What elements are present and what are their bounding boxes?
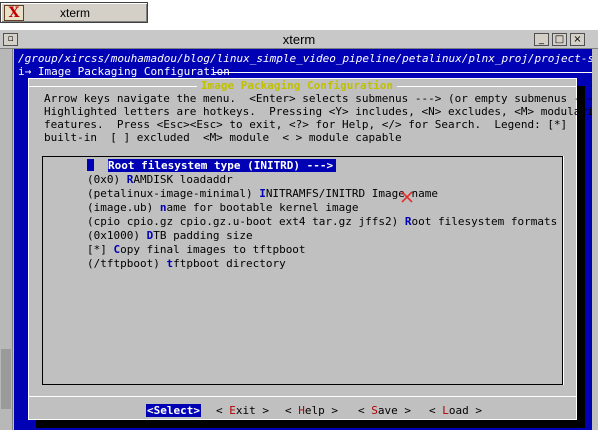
help-button[interactable]: < Help > (285, 404, 338, 418)
button-hotkey: L (442, 404, 449, 417)
item-label: oot filesystem formats (411, 215, 558, 228)
minimize-button[interactable]: _ (534, 33, 549, 46)
button-hotkey: E (229, 404, 236, 417)
button-bracket: > (468, 404, 482, 417)
menu-item[interactable]: (petalinux-image-minimal) INITRAMFS/INIT… (87, 187, 438, 201)
dialog-shadow-right (577, 86, 585, 428)
config-path: /group/xircss/mouhamadou/blog/linux_simp… (18, 52, 592, 65)
maximize-button[interactable]: □ (552, 33, 567, 46)
button-bracket: < (429, 404, 443, 417)
button-bracket: > (324, 404, 338, 417)
help-text: Arrow keys navigate the menu. <Enter> se… (44, 92, 592, 144)
button-bracket: < (358, 404, 372, 417)
load-button[interactable]: < Load > (429, 404, 482, 418)
item-value: (0x1000) (87, 229, 147, 242)
item-hotkey: R (404, 215, 412, 228)
config-dialog: Image Packaging Configuration Arrow keys… (28, 78, 592, 420)
taskbar: X xterm (0, 0, 598, 27)
breadcrumb-text: i→ Image Packaging Configuration (18, 65, 230, 78)
save-button[interactable]: < Save > (358, 404, 411, 418)
select-button[interactable]: <Select> (146, 404, 201, 418)
scrollbar-thumb[interactable] (1, 349, 11, 409)
button-bracket: < (216, 404, 230, 417)
button-hotkey: H (298, 404, 305, 417)
button-label: <Select> (146, 404, 201, 417)
button-hotkey: S (371, 404, 378, 417)
xterm-window: ▫ xterm _ □ × /group/xircss/mouhamadou/b… (0, 29, 598, 430)
help-line: features. Press <Esc><Esc> to exit, <?> … (44, 118, 568, 131)
button-bracket: > (255, 404, 269, 417)
selected-item-label: Root filesystem type (INITRD) ---> (108, 159, 337, 172)
button-label: elp (304, 404, 325, 417)
item-value: (0x0) (87, 173, 127, 186)
button-bracket: < (285, 404, 299, 417)
cursor-block (87, 159, 94, 171)
button-row-rule (29, 396, 576, 397)
button-bracket: > (397, 404, 411, 417)
menu-item[interactable]: [*] Copy final images to tftpboot (87, 243, 306, 257)
menu-item[interactable]: Root filesystem type (INITRD) ---> (87, 159, 337, 173)
item-label: ame for bootable kernel image (166, 201, 359, 214)
terminal-scrollbar[interactable] (0, 49, 13, 430)
button-label: oad (448, 404, 469, 417)
item-label: AMDISK loadaddr (133, 173, 233, 186)
item-label: ftpboot directory (173, 257, 286, 270)
terminal-area[interactable]: /group/xircss/mouhamadou/blog/linux_simp… (14, 49, 592, 430)
menu-item[interactable]: (cpio cpio.gz cpio.gz.u-boot ext4 tar.gz… (87, 215, 557, 229)
menu-item[interactable]: (/tftpboot) tftpboot directory (87, 257, 286, 271)
item-label: TB padding size (153, 229, 253, 242)
item-value: (cpio cpio.gz cpio.gz.u-boot ext4 tar.gz… (87, 215, 405, 228)
item-value: (image.ub) (87, 201, 160, 214)
exit-button[interactable]: < Exit > (216, 404, 269, 418)
close-button[interactable]: × (570, 33, 585, 46)
window-title: xterm (282, 32, 316, 47)
menu-item[interactable]: (0x0) RAMDISK loadaddr (87, 173, 233, 187)
help-line: Arrow keys navigate the menu. <Enter> se… (44, 92, 592, 105)
taskbar-xterm-button[interactable]: X xterm (0, 2, 148, 23)
button-row: <Select> < Exit > < Help > < Save > < Load > (29, 404, 576, 420)
dialog-shadow-bottom (36, 420, 585, 428)
taskbar-xterm-label: xterm (60, 6, 90, 20)
menu-item[interactable]: (image.ub) name for bootable kernel imag… (87, 201, 359, 215)
help-line: Highlighted letters are hotkeys. Pressin… (44, 105, 592, 118)
item-label: opy final images to tftpboot (120, 243, 306, 256)
help-line: built-in [ ] excluded <M> module < > mod… (44, 131, 402, 144)
x-mark-icon (401, 191, 413, 203)
button-label: xit (235, 404, 256, 417)
item-value: [*] (87, 243, 114, 256)
menu-item[interactable]: (0x1000) DTB padding size (87, 229, 253, 243)
item-hotkey: I (259, 187, 266, 200)
dialog-title: Image Packaging Configuration (197, 79, 398, 93)
menu-list: Root filesystem type (INITRD) ---> (0x0) … (42, 156, 564, 385)
button-label: ave (377, 404, 398, 417)
breadcrumb: i→ Image Packaging Configuration (18, 65, 592, 79)
window-titlebar[interactable]: ▫ xterm _ □ × (0, 29, 598, 49)
item-value: (/tftpboot) (87, 257, 167, 270)
item-value: (petalinux-image-minimal) (87, 187, 260, 200)
